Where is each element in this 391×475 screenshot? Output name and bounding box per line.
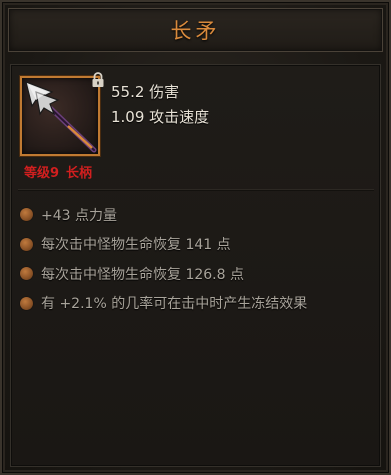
affix-bullet-icon: [20, 208, 33, 222]
affix-text: 每次击中怪物生命恢复 141 点: [41, 237, 231, 254]
affix-item: 每次击中怪物生命恢复 141 点: [20, 230, 375, 260]
lock-icon: [92, 72, 104, 87]
tooltip-header: 长矛: [8, 8, 383, 52]
affix-list: +43 点力量 每次击中怪物生命恢复 141 点 每次击中怪物生命恢复 126.…: [20, 200, 375, 318]
affix-bullet-icon: [20, 267, 33, 281]
affix-bullet-icon: [20, 237, 33, 251]
affix-text: 有 +2.1% 的几率可在击中时产生冻结效果: [41, 296, 308, 313]
item-tooltip: 长矛 55.2 伤害 1.09 攻击速度 等级9 长柄 +43 点力量 每次击中…: [0, 0, 391, 475]
item-requirements: 等级9 长柄: [24, 162, 92, 181]
item-name: 长矛: [170, 19, 221, 43]
affix-item: 有 +2.1% 的几率可在击中时产生冻结效果: [20, 289, 375, 319]
attack-speed-stat: 1.09 攻击速度: [111, 108, 210, 126]
item-icon-frame[interactable]: [20, 76, 100, 156]
divider: [18, 189, 374, 190]
affix-item: +43 点力量: [20, 200, 375, 230]
item-type: 长柄: [66, 166, 93, 181]
affix-bullet-icon: [20, 296, 33, 310]
damage-stat: 55.2 伤害: [111, 83, 180, 101]
affix-text: 每次击中怪物生命恢复 126.8 点: [41, 266, 244, 283]
affix-text: +43 点力量: [41, 207, 117, 224]
spear-icon: [25, 81, 97, 153]
level-requirement: 等级9: [24, 166, 60, 181]
affix-item: 每次击中怪物生命恢复 126.8 点: [20, 259, 375, 289]
